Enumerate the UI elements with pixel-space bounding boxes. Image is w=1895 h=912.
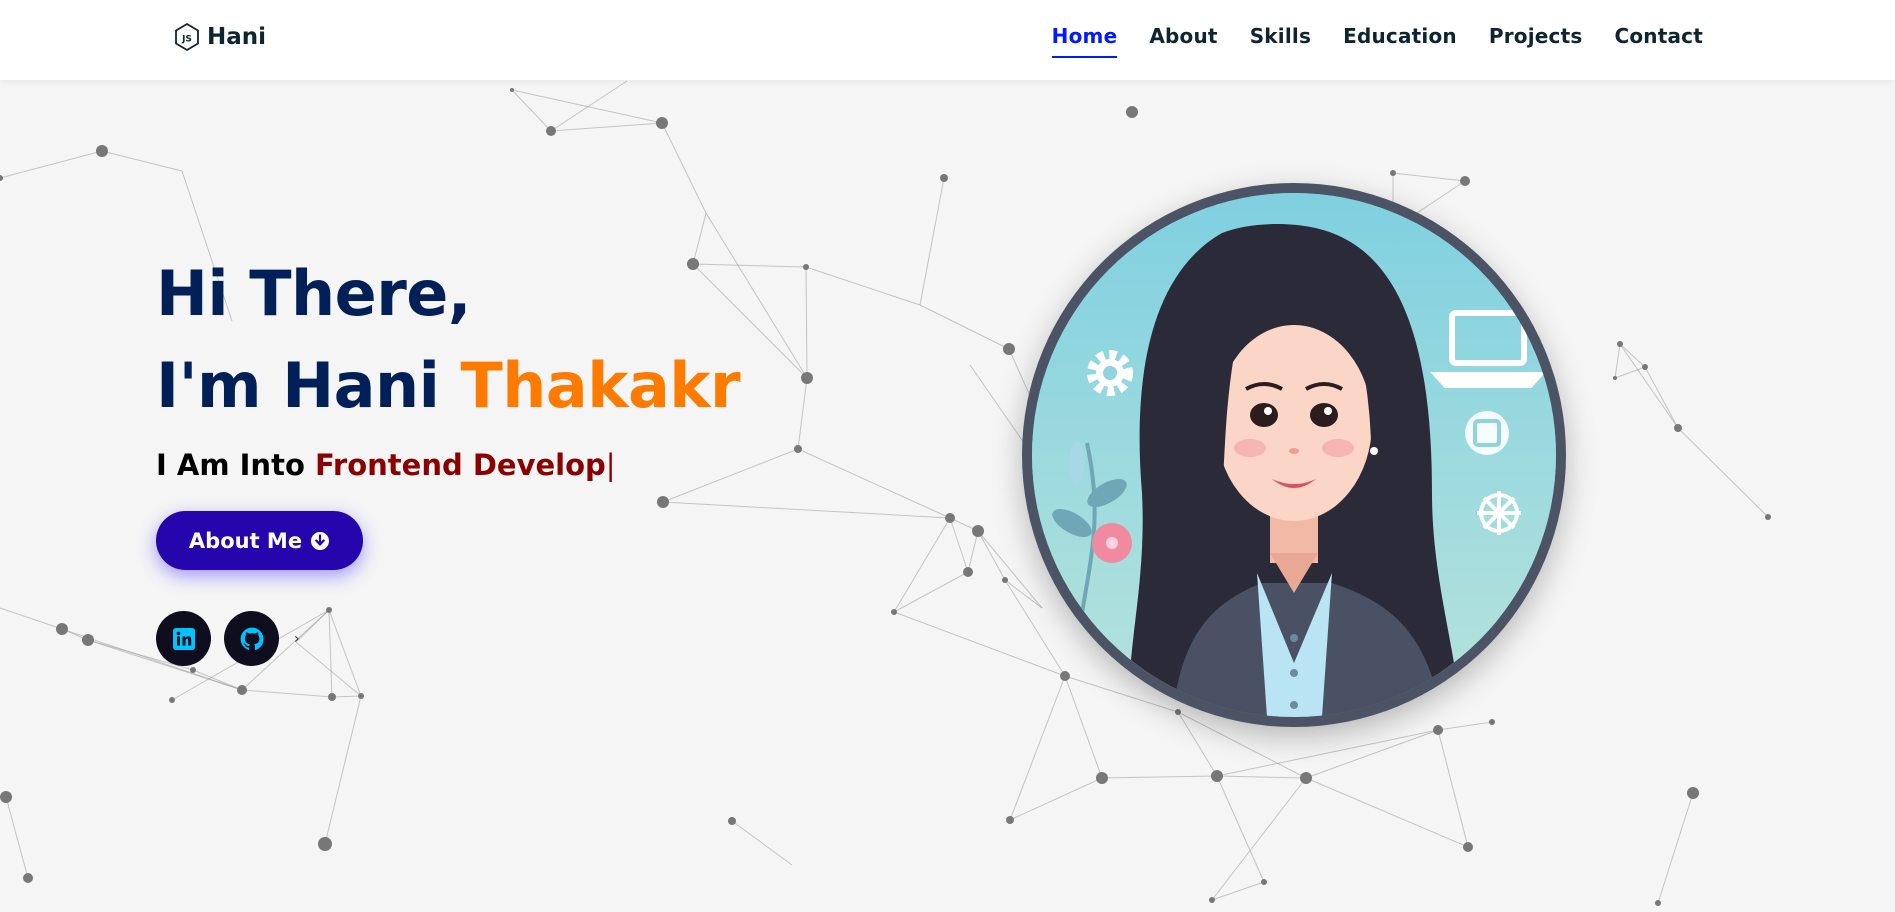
network-node — [728, 817, 736, 825]
network-node — [1642, 364, 1648, 370]
frame-icon — [1465, 411, 1509, 455]
network-node — [190, 667, 196, 673]
network-node — [1006, 816, 1014, 824]
linkedin-icon — [172, 627, 195, 650]
network-node — [0, 791, 12, 803]
network-node — [803, 264, 809, 270]
hero-intro-accent: Thakakr — [460, 349, 741, 422]
network-node — [237, 685, 247, 695]
network-node — [891, 609, 897, 615]
network-node — [358, 693, 364, 699]
network-node — [1002, 577, 1008, 583]
network-node — [1463, 842, 1473, 852]
github-icon — [240, 627, 263, 650]
about-me-button-label: About Me — [188, 528, 303, 553]
js-hexagon-icon: JS — [175, 22, 199, 52]
more-indicator: › — [294, 630, 300, 647]
profile-avatar-illustration — [1032, 193, 1556, 717]
network-node — [1390, 170, 1396, 176]
network-node — [1261, 879, 1267, 885]
network-node — [1175, 709, 1181, 715]
network-node — [1687, 787, 1699, 799]
social-links: › — [156, 611, 300, 666]
main-nav: Home About Skills Education Projects Con… — [1051, 24, 1703, 58]
arrow-circle-down-icon — [311, 531, 330, 550]
typing-cursor: | — [605, 448, 616, 482]
network-node — [972, 525, 984, 537]
logo-text: Hani — [207, 24, 267, 50]
page: JS Hani Home About Skills Education Proj… — [0, 0, 1895, 912]
hero-greeting: Hi There, — [156, 257, 471, 330]
site-header: JS Hani Home About Skills Education Proj… — [0, 0, 1895, 80]
about-me-button[interactable]: About Me — [156, 511, 363, 570]
network-node — [656, 117, 668, 129]
network-node — [1613, 376, 1617, 380]
hero-intro: I'm Hani Thakakr — [156, 340, 741, 432]
network-node — [1300, 772, 1312, 784]
network-node — [945, 513, 955, 523]
network-node — [1211, 770, 1223, 782]
network-node — [794, 445, 802, 453]
network-node — [1126, 106, 1138, 118]
network-node — [657, 496, 669, 508]
nav-education[interactable]: Education — [1343, 24, 1457, 58]
github-button[interactable] — [224, 611, 279, 666]
network-node — [1096, 772, 1108, 784]
network-node — [510, 88, 514, 92]
network-node — [318, 837, 332, 851]
network-node — [801, 372, 813, 384]
svg-text:JS: JS — [181, 35, 192, 45]
nav-about[interactable]: About — [1149, 24, 1217, 58]
typed-text: Frontend Develop — [314, 448, 606, 482]
network-node — [96, 145, 108, 157]
typing-line: I Am Into Frontend Develop| — [156, 448, 740, 482]
network-node — [1433, 725, 1443, 735]
nav-home[interactable]: Home — [1051, 24, 1118, 58]
network-node — [1489, 719, 1495, 725]
linkedin-button[interactable] — [156, 611, 211, 666]
network-node — [56, 623, 68, 635]
logo[interactable]: JS Hani — [173, 22, 266, 52]
nav-skills[interactable]: Skills — [1250, 24, 1311, 58]
network-node — [1655, 900, 1661, 906]
network-node — [23, 873, 33, 883]
network-node — [1460, 176, 1470, 186]
profile-avatar-frame — [1022, 183, 1566, 727]
network-node — [940, 174, 948, 182]
hero-intro-name: I'm Hani — [156, 349, 461, 422]
network-node — [1765, 514, 1771, 520]
network-node — [1003, 343, 1015, 355]
nav-projects[interactable]: Projects — [1489, 24, 1583, 58]
network-node — [1060, 671, 1070, 681]
network-node — [1209, 897, 1215, 903]
network-node — [1674, 424, 1682, 432]
network-node — [1617, 341, 1623, 347]
network-node — [82, 634, 94, 646]
network-node — [963, 567, 973, 577]
typing-prefix: I Am Into — [156, 448, 315, 482]
nav-contact[interactable]: Contact — [1614, 24, 1703, 58]
network-node — [169, 697, 175, 703]
network-node — [546, 126, 556, 136]
network-node — [328, 693, 336, 701]
network-node — [326, 607, 332, 613]
hero-content: Hi There, I'm Hani Thakakr I Am Into Fro… — [156, 248, 741, 482]
network-node — [0, 175, 3, 181]
